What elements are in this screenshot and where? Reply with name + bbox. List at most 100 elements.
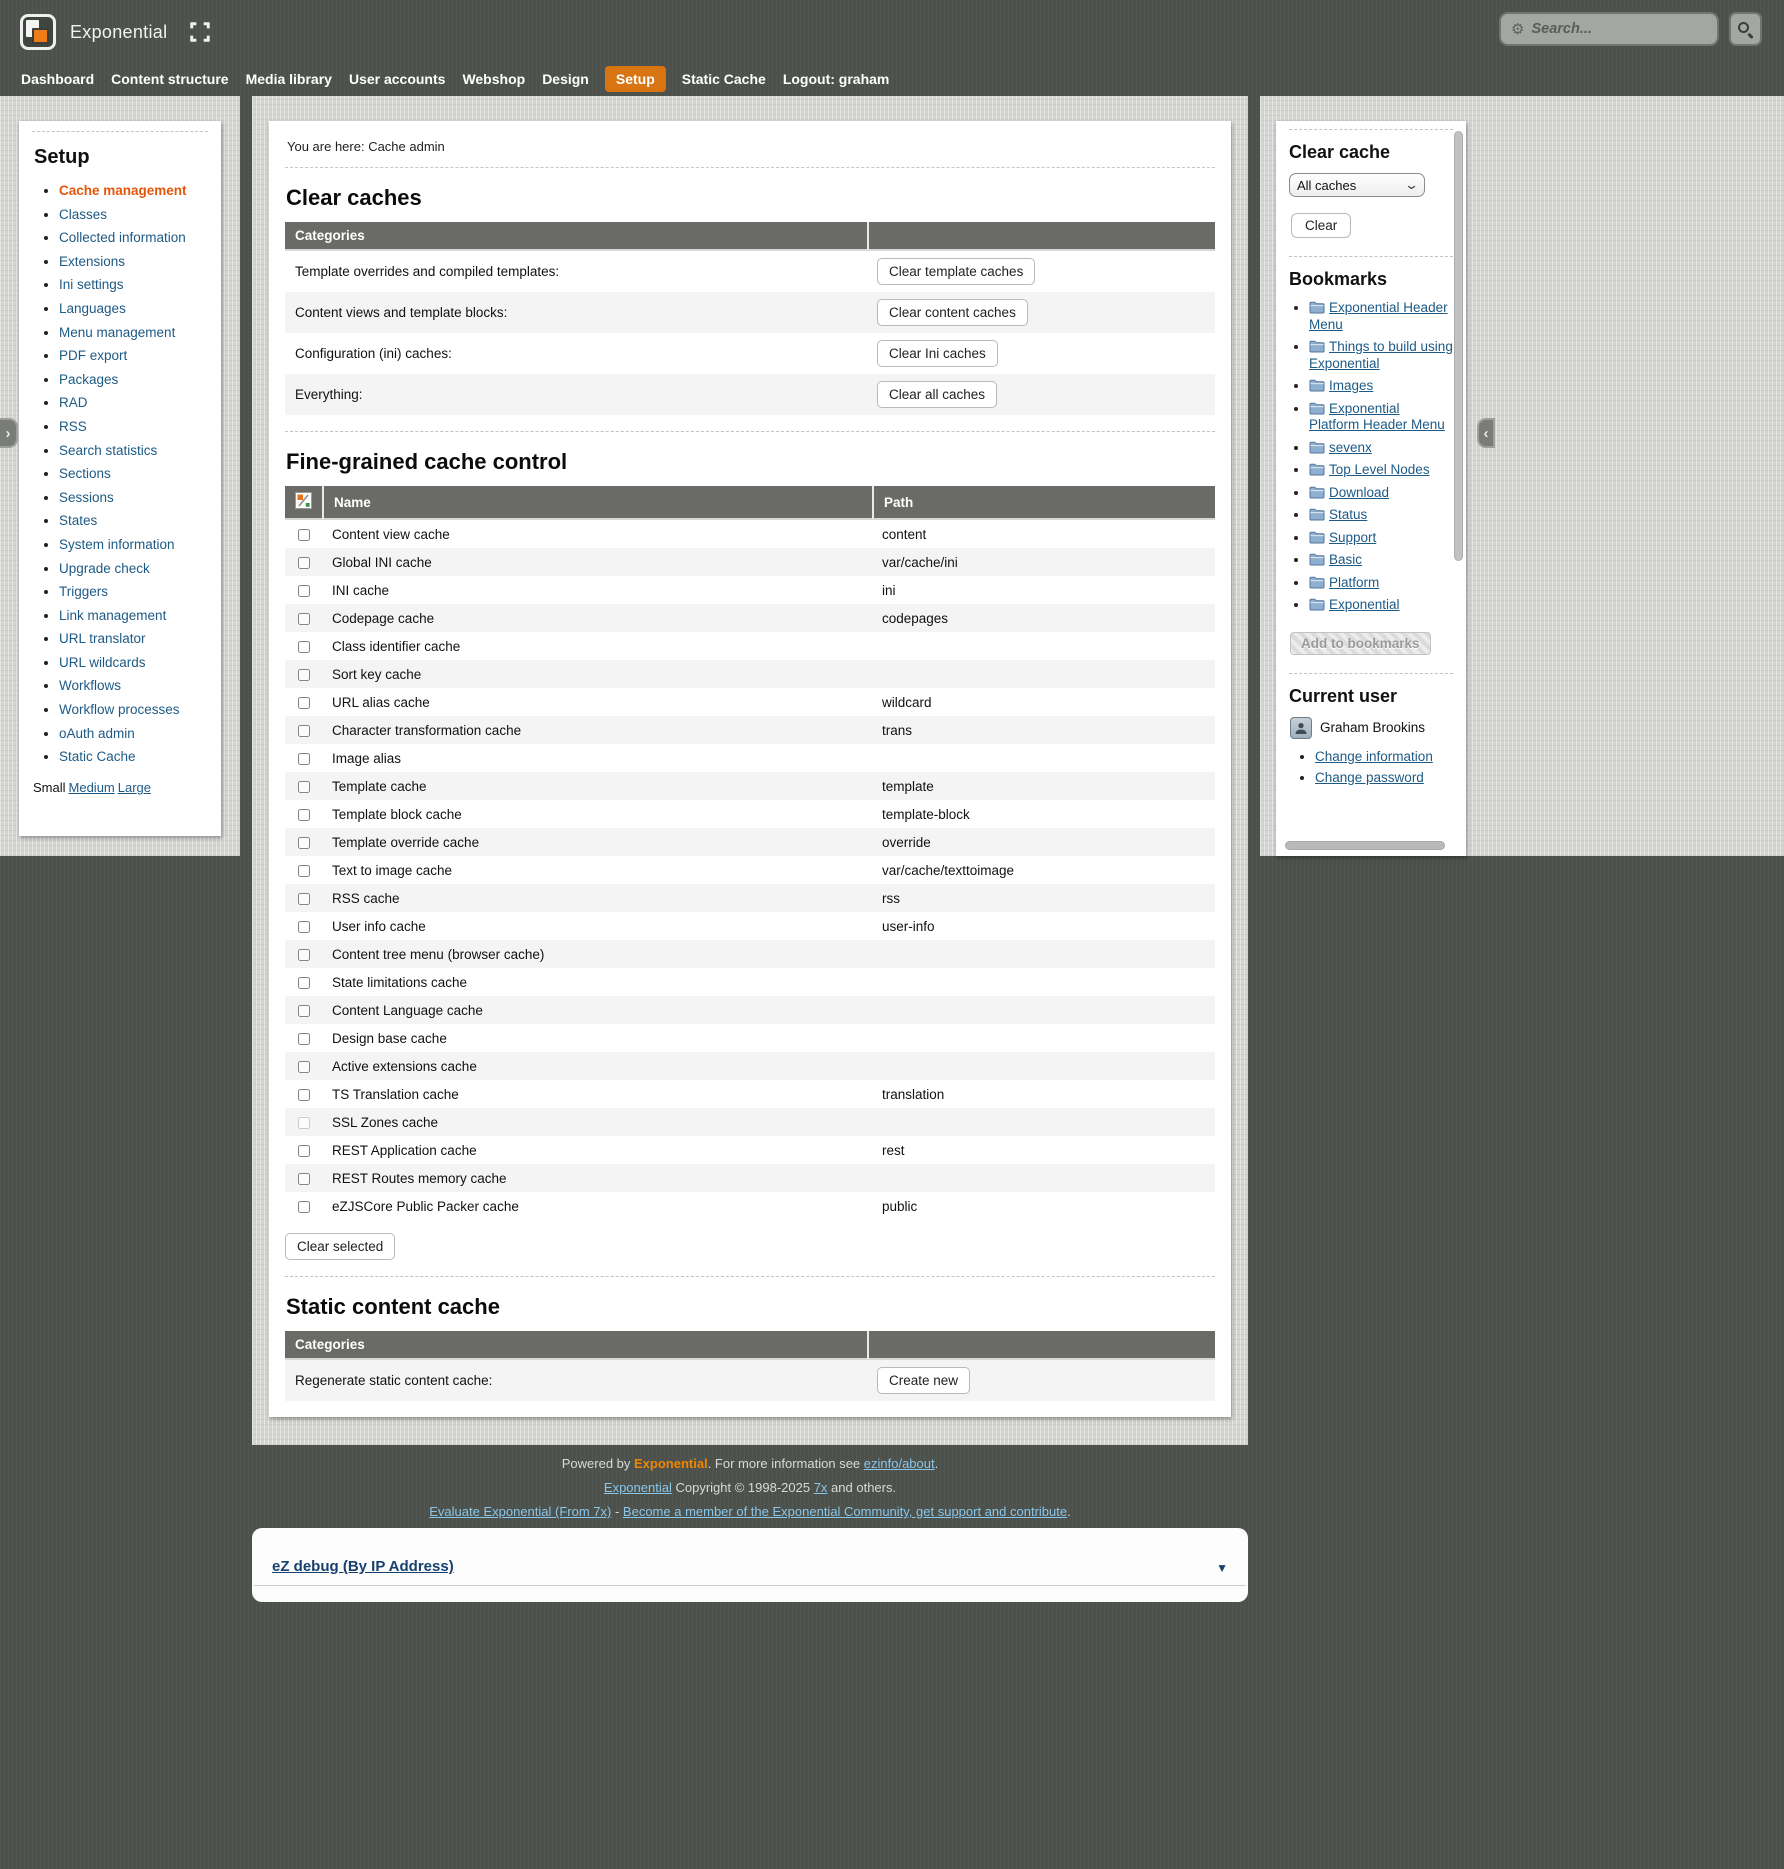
sidebar-item-classes[interactable]: Classes: [59, 207, 107, 222]
bookmark-link-exponential-header-menu[interactable]: Exponential Header Menu: [1309, 300, 1448, 332]
sidebar-item-pdf-export[interactable]: PDF export: [59, 348, 127, 363]
sidebar-item-system-information[interactable]: System information: [59, 537, 175, 552]
clear-template-caches-button[interactable]: Clear template caches: [877, 258, 1035, 285]
fullscreen-icon[interactable]: [189, 21, 211, 43]
bookmark-link-download[interactable]: Download: [1329, 485, 1389, 500]
vertical-scrollbar[interactable]: [1454, 131, 1463, 561]
nav-dashboard[interactable]: Dashboard: [20, 66, 95, 92]
collapse-right-panel-tab[interactable]: ‹: [1477, 418, 1495, 448]
cache-item-checkbox[interactable]: [298, 753, 310, 765]
sidebar-item-search-statistics[interactable]: Search statistics: [59, 443, 157, 458]
sidebar-item-sessions[interactable]: Sessions: [59, 490, 114, 505]
sidebar-item-upgrade-check[interactable]: Upgrade check: [59, 561, 150, 576]
clear-content-caches-button[interactable]: Clear content caches: [877, 299, 1028, 326]
cache-item-checkbox[interactable]: [298, 781, 310, 793]
sidebar-item-link-management[interactable]: Link management: [59, 608, 166, 623]
center-column: You are here: Cache admin Clear caches C…: [252, 96, 1248, 1445]
cache-item-checkbox[interactable]: [298, 1173, 310, 1185]
static-cache-table: Categories Regenerate static content cac…: [285, 1331, 1215, 1401]
sidebar-item-rss[interactable]: RSS: [59, 419, 87, 434]
horizontal-scrollbar[interactable]: [1285, 841, 1445, 850]
cache-item-checkbox[interactable]: [298, 865, 310, 877]
sidebar-item-triggers[interactable]: Triggers: [59, 584, 108, 599]
sidebar-item-sections[interactable]: Sections: [59, 466, 111, 481]
cache-item-checkbox[interactable]: [298, 557, 310, 569]
bookmark-link-sevenx[interactable]: sevenx: [1329, 440, 1372, 455]
cache-item-checkbox[interactable]: [298, 1145, 310, 1157]
bookmark-link-images[interactable]: Images: [1329, 378, 1373, 393]
sidebar-item-rad[interactable]: RAD: [59, 395, 88, 410]
clear-selected-button[interactable]: Clear selected: [285, 1233, 395, 1260]
cache-type-select[interactable]: All caches ⌄: [1289, 173, 1425, 197]
cache-item-path: codepages: [872, 604, 1215, 632]
bookmark-link-basic[interactable]: Basic: [1329, 552, 1362, 567]
cache-item-checkbox[interactable]: [298, 585, 310, 597]
clear-cache-button[interactable]: Clear: [1291, 213, 1351, 238]
cache-item-checkbox[interactable]: [298, 725, 310, 737]
sidebar-item-states[interactable]: States: [59, 513, 97, 528]
nav-design[interactable]: Design: [541, 66, 590, 92]
footer-link-7x[interactable]: 7x: [814, 1480, 828, 1495]
clear-all-caches-button[interactable]: Clear all caches: [877, 381, 997, 408]
nav-static-cache[interactable]: Static Cache: [681, 66, 767, 92]
nav-webshop[interactable]: Webshop: [461, 66, 526, 92]
footer-link-exponential[interactable]: Exponential: [604, 1480, 672, 1495]
bookmark-link-exponential-platform-header-menu[interactable]: Exponential Platform Header Menu: [1309, 401, 1445, 433]
cache-item-checkbox[interactable]: [298, 809, 310, 821]
cache-item-checkbox[interactable]: [298, 921, 310, 933]
search-button[interactable]: [1729, 12, 1762, 46]
sidebar-item-oauth-admin[interactable]: oAuth admin: [59, 726, 135, 741]
cache-item-checkbox[interactable]: [298, 949, 310, 961]
bookmark-link-top-level-nodes[interactable]: Top Level Nodes: [1329, 462, 1430, 477]
cache-item-checkbox[interactable]: [298, 893, 310, 905]
size-link-medium[interactable]: Medium: [69, 780, 115, 795]
sidebar-item-static-cache[interactable]: Static Cache: [59, 749, 136, 764]
search-input[interactable]: [1531, 21, 1707, 37]
sidebar-item-languages[interactable]: Languages: [59, 301, 126, 316]
cache-item-checkbox[interactable]: [298, 613, 310, 625]
cache-item-checkbox[interactable]: [298, 1201, 310, 1213]
bookmark-link-things-to-build-using-exponential[interactable]: Things to build using Exponential: [1309, 339, 1453, 371]
sidebar-item-url-wildcards[interactable]: URL wildcards: [59, 655, 146, 670]
sidebar-item-menu-management[interactable]: Menu management: [59, 325, 175, 340]
bookmark-link-exponential[interactable]: Exponential: [1329, 597, 1400, 612]
cache-item-checkbox[interactable]: [298, 1033, 310, 1045]
toggle-selection-header[interactable]: [285, 486, 322, 520]
size-link-large[interactable]: Large: [118, 780, 151, 795]
footer-link-become-a-member-of-the-exponential-community-get-support-and-contribute[interactable]: Become a member of the Exponential Commu…: [623, 1504, 1067, 1519]
sidebar-item-extensions[interactable]: Extensions: [59, 254, 125, 269]
cache-item-checkbox[interactable]: [298, 837, 310, 849]
sidebar-item-collected-information[interactable]: Collected information: [59, 230, 186, 245]
footer-link-evaluate-exponential-from-7x[interactable]: Evaluate Exponential (From 7x): [429, 1504, 611, 1519]
cache-item-checkbox[interactable]: [298, 977, 310, 989]
cache-item-checkbox[interactable]: [298, 697, 310, 709]
clear-ini-caches-button[interactable]: Clear Ini caches: [877, 340, 998, 367]
nav-setup[interactable]: Setup: [605, 66, 666, 92]
nav-user-accounts[interactable]: User accounts: [348, 66, 446, 92]
cache-item-checkbox[interactable]: [298, 1089, 310, 1101]
bookmark-link-status[interactable]: Status: [1329, 507, 1367, 522]
debug-toggle-icon[interactable]: ▼: [1216, 1561, 1228, 1575]
sidebar-item-url-translator[interactable]: URL translator: [59, 631, 146, 646]
bookmark-link-platform[interactable]: Platform: [1329, 575, 1379, 590]
sidebar-item-workflows[interactable]: Workflows: [59, 678, 121, 693]
cache-item-checkbox[interactable]: [298, 529, 310, 541]
sidebar-item-cache-management[interactable]: Cache management: [59, 183, 187, 198]
change-information-link[interactable]: Change information: [1315, 749, 1433, 764]
create-new-button[interactable]: Create new: [877, 1367, 970, 1394]
cache-item-checkbox[interactable]: [298, 669, 310, 681]
change-password-link[interactable]: Change password: [1315, 770, 1424, 785]
nav-content-structure[interactable]: Content structure: [110, 66, 229, 92]
cache-item-checkbox[interactable]: [298, 1005, 310, 1017]
bookmark-link-support[interactable]: Support: [1329, 530, 1376, 545]
sidebar-item-packages[interactable]: Packages: [59, 372, 118, 387]
debug-title-link[interactable]: eZ debug (By IP Address): [272, 1558, 454, 1575]
cache-item-checkbox[interactable]: [298, 641, 310, 653]
sidebar-item-workflow-processes[interactable]: Workflow processes: [59, 702, 180, 717]
nav-media-library[interactable]: Media library: [245, 66, 333, 92]
nav-logout-graham[interactable]: Logout: graham: [782, 66, 891, 92]
sidebar-item-ini-settings[interactable]: Ini settings: [59, 277, 124, 292]
expand-left-panel-tab[interactable]: ›: [0, 418, 18, 448]
cache-item-checkbox[interactable]: [298, 1061, 310, 1073]
footer-link-ezinfo-about[interactable]: ezinfo/about: [864, 1456, 935, 1471]
